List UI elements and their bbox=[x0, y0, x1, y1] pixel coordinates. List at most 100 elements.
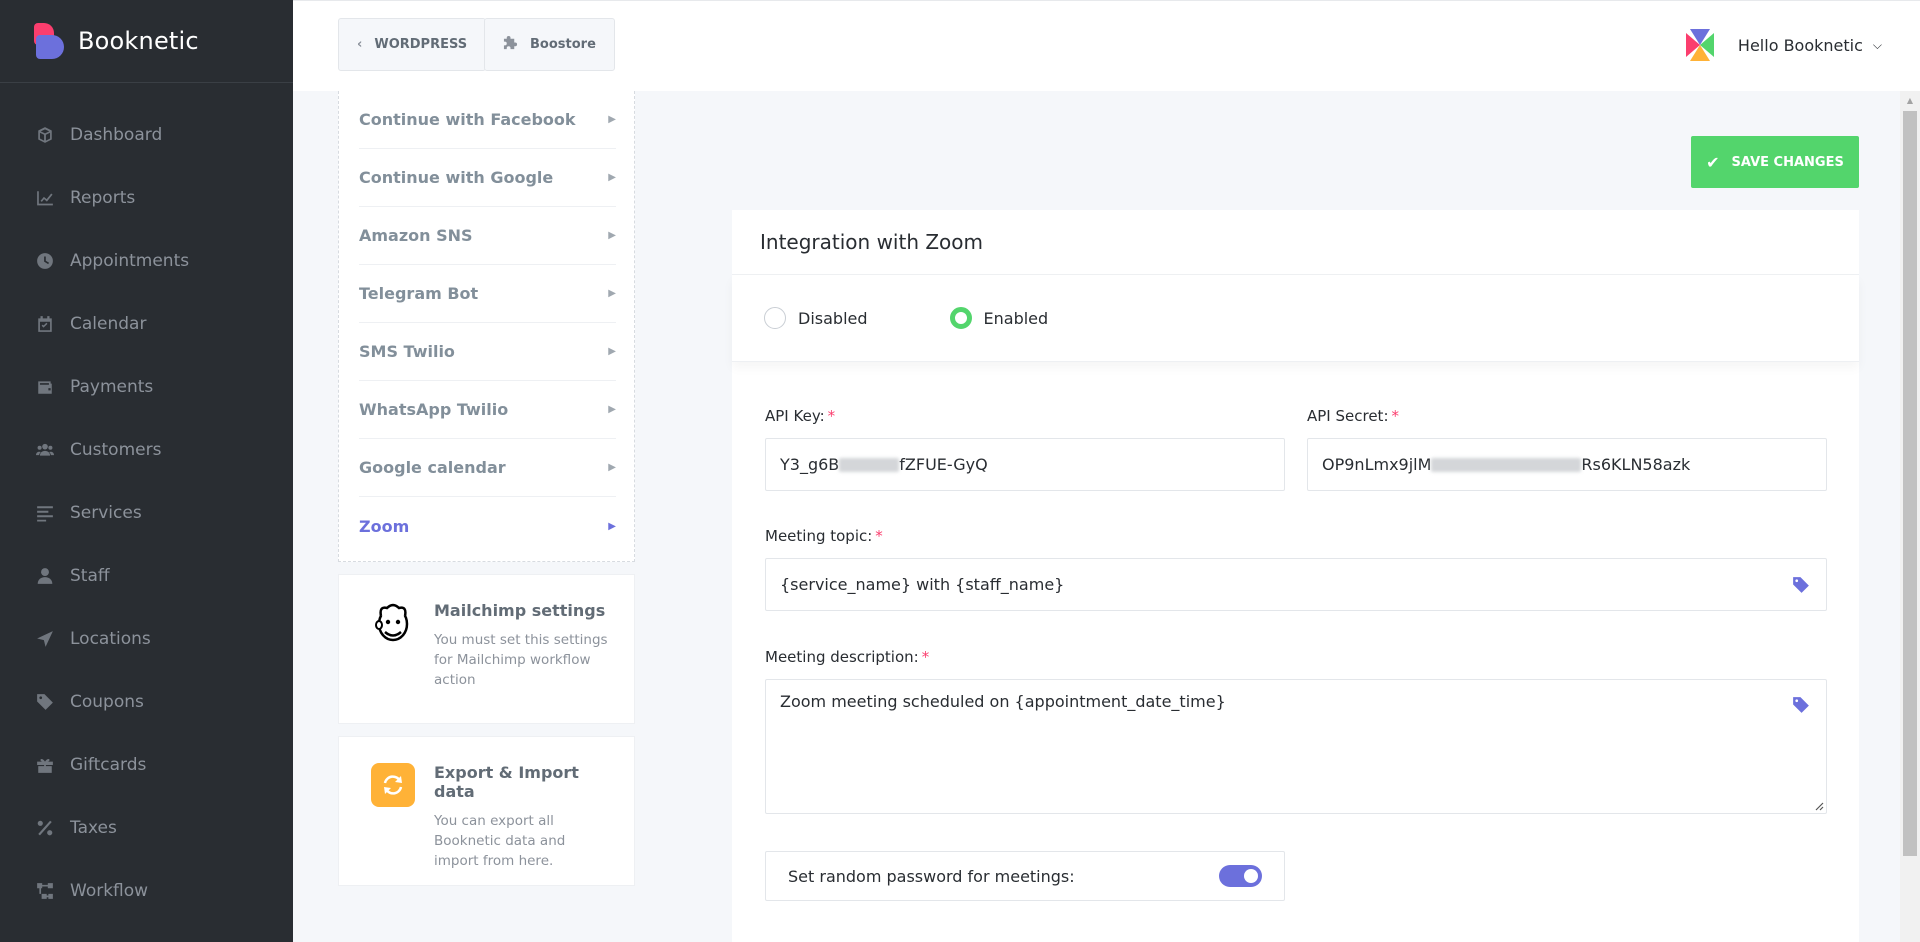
sidebar-item-customers[interactable]: Customers bbox=[0, 418, 293, 481]
meeting-description-label: Meeting description: * bbox=[765, 648, 929, 666]
sidebar-item-appointments[interactable]: Appointments bbox=[0, 229, 293, 292]
settings-item-sms-twilio[interactable]: SMS Twilio ▶ bbox=[359, 323, 616, 381]
panel-title: Integration with Zoom bbox=[732, 210, 1859, 275]
settings-item-google[interactable]: Continue with Google ▶ bbox=[359, 149, 616, 207]
wallet-icon bbox=[36, 378, 54, 396]
required-mark: * bbox=[1391, 407, 1400, 425]
sidebar-item-taxes[interactable]: Taxes bbox=[0, 796, 293, 859]
sidebar-item-coupons[interactable]: Coupons bbox=[0, 670, 293, 733]
save-changes-button[interactable]: ✔ SAVE CHANGES bbox=[1691, 136, 1859, 188]
settings-item-label: WhatsApp Twilio bbox=[359, 400, 509, 419]
boostore-button[interactable]: Boostore bbox=[484, 18, 615, 71]
sidebar-item-reports[interactable]: Reports bbox=[0, 166, 293, 229]
card-text: You can export all Booknetic data and im… bbox=[434, 813, 566, 869]
card-title: Export & Import data bbox=[434, 763, 579, 801]
random-password-label: Set random password for meetings: bbox=[788, 866, 1075, 886]
settings-item-facebook[interactable]: Continue with Facebook ▶ bbox=[359, 91, 616, 149]
api-secret-input[interactable]: OP9nLmx9jlM Rs6KLN58azk bbox=[1307, 438, 1827, 491]
api-key-suffix: fZFUE-GyQ bbox=[899, 455, 988, 474]
redacted-text bbox=[839, 457, 900, 472]
sidebar-item-dashboard[interactable]: Dashboard bbox=[0, 103, 293, 166]
sidebar-item-services[interactable]: Services bbox=[0, 481, 293, 544]
settings-item-whatsapp-twilio[interactable]: WhatsApp Twilio ▶ bbox=[359, 381, 616, 439]
save-changes-label: SAVE CHANGES bbox=[1731, 154, 1844, 170]
sidebar-item-label: Reports bbox=[70, 187, 136, 208]
settings-item-zoom[interactable]: Zoom ▶ bbox=[359, 497, 616, 555]
settings-item-telegram-bot[interactable]: Telegram Bot ▶ bbox=[359, 265, 616, 323]
sidebar-item-label: Locations bbox=[70, 628, 151, 649]
settings-item-amazon-sns[interactable]: Amazon SNS ▶ bbox=[359, 207, 616, 265]
random-password-toggle[interactable] bbox=[1219, 865, 1262, 887]
caret-right-icon: ▶ bbox=[608, 230, 616, 241]
sidebar-item-staff[interactable]: Staff bbox=[0, 544, 293, 607]
gift-icon bbox=[36, 756, 54, 774]
caret-right-icon: ▶ bbox=[608, 404, 616, 415]
settings-item-google-calendar[interactable]: Google calendar ▶ bbox=[359, 439, 616, 497]
caret-right-icon: ▶ bbox=[608, 462, 616, 473]
sidebar-item-label: Customers bbox=[70, 439, 162, 460]
radio-circle bbox=[764, 307, 786, 329]
resize-handle-icon[interactable] bbox=[1814, 801, 1824, 811]
required-mark: * bbox=[921, 648, 930, 666]
scrollbar-thumb[interactable] bbox=[1903, 111, 1917, 856]
sidebar-item-calendar[interactable]: Calendar bbox=[0, 292, 293, 355]
sidebar-nav: Dashboard Reports Appointments Calendar … bbox=[0, 83, 293, 922]
radio-circle-checked bbox=[949, 307, 972, 329]
random-password-setting: Set random password for meetings: bbox=[765, 851, 1285, 901]
mailchimp-card-body: Mailchimp settings You must set this set… bbox=[434, 601, 614, 723]
users-icon bbox=[36, 441, 54, 459]
wordpress-button[interactable]: ‹ WORDPRESS bbox=[338, 18, 487, 71]
sidebar-item-payments[interactable]: Payments bbox=[0, 355, 293, 418]
brand[interactable]: Booknetic bbox=[0, 0, 293, 83]
redacted-text bbox=[1431, 457, 1582, 472]
sidebar-item-label: Giftcards bbox=[70, 754, 147, 775]
settings-item-label: Continue with Google bbox=[359, 168, 554, 187]
label-text: Meeting topic: bbox=[765, 527, 873, 545]
caret-right-icon: ▶ bbox=[608, 172, 616, 183]
sidebar-item-workflow[interactable]: Workflow bbox=[0, 859, 293, 922]
user-menu[interactable]: Hello Booknetic ⌵ bbox=[1685, 29, 1882, 61]
api-key-input[interactable]: Y3_g6B fZFUE-GyQ bbox=[765, 438, 1285, 491]
sidebar-item-giftcards[interactable]: Giftcards bbox=[0, 733, 293, 796]
radio-enabled[interactable]: Enabled bbox=[949, 307, 1049, 329]
chart-line-icon bbox=[36, 189, 54, 207]
meeting-description-textarea[interactable]: Zoom meeting scheduled on {appointment_d… bbox=[765, 679, 1827, 814]
settings-item-label: Zoom bbox=[359, 516, 410, 536]
settings-item-label: Continue with Facebook bbox=[359, 110, 576, 129]
sidebar-item-label: Coupons bbox=[70, 691, 144, 712]
label-text: API Secret: bbox=[1307, 407, 1389, 425]
sidebar-item-label: Staff bbox=[70, 565, 110, 586]
radio-disabled[interactable]: Disabled bbox=[764, 307, 868, 329]
chevron-left-icon: ‹ bbox=[357, 37, 363, 52]
booknetic-logo-icon bbox=[34, 23, 64, 59]
check-icon: ✔ bbox=[1706, 152, 1720, 172]
brand-name: Booknetic bbox=[78, 27, 199, 55]
radio-label: Disabled bbox=[798, 308, 868, 328]
scroll-up-arrow-icon[interactable]: ▲ bbox=[1900, 91, 1920, 109]
tag-icon[interactable] bbox=[1792, 576, 1810, 594]
mailchimp-settings-card[interactable]: Mailchimp settings You must set this set… bbox=[338, 574, 635, 724]
label-text: API Key: bbox=[765, 407, 825, 425]
sidebar-item-locations[interactable]: Locations bbox=[0, 607, 293, 670]
sidebar-item-label: Calendar bbox=[70, 313, 147, 334]
wordpress-label: WORDPRESS bbox=[374, 37, 468, 52]
caret-right-icon: ▶ bbox=[608, 114, 616, 125]
calendar-icon bbox=[36, 315, 54, 333]
api-secret-suffix: Rs6KLN58azk bbox=[1581, 455, 1691, 474]
settings-item-label: Google calendar bbox=[359, 458, 506, 477]
status-radio-group: Disabled Enabled bbox=[732, 275, 1859, 362]
export-import-card[interactable]: Export & Import data You can export all … bbox=[338, 736, 635, 886]
list-icon bbox=[36, 504, 54, 522]
export-card-body: Export & Import data You can export all … bbox=[434, 763, 614, 885]
main-content: ✔ SAVE CHANGES Integration with Zoom Dis… bbox=[687, 91, 1900, 942]
required-mark: * bbox=[875, 527, 883, 545]
tag-icon[interactable] bbox=[1792, 696, 1810, 714]
meeting-topic-input[interactable]: {service_name} with {staff_name} bbox=[765, 558, 1827, 611]
card-title: Mailchimp settings bbox=[434, 601, 606, 620]
caret-right-icon: ▶ bbox=[608, 288, 616, 299]
settings-item-label: Telegram Bot bbox=[359, 284, 479, 303]
zoom-integration-panel: Integration with Zoom Disabled Enabled A… bbox=[732, 210, 1859, 942]
api-secret-label: API Secret: * bbox=[1307, 407, 1399, 425]
radio-label: Enabled bbox=[983, 308, 1049, 328]
tag-icon bbox=[36, 693, 54, 711]
